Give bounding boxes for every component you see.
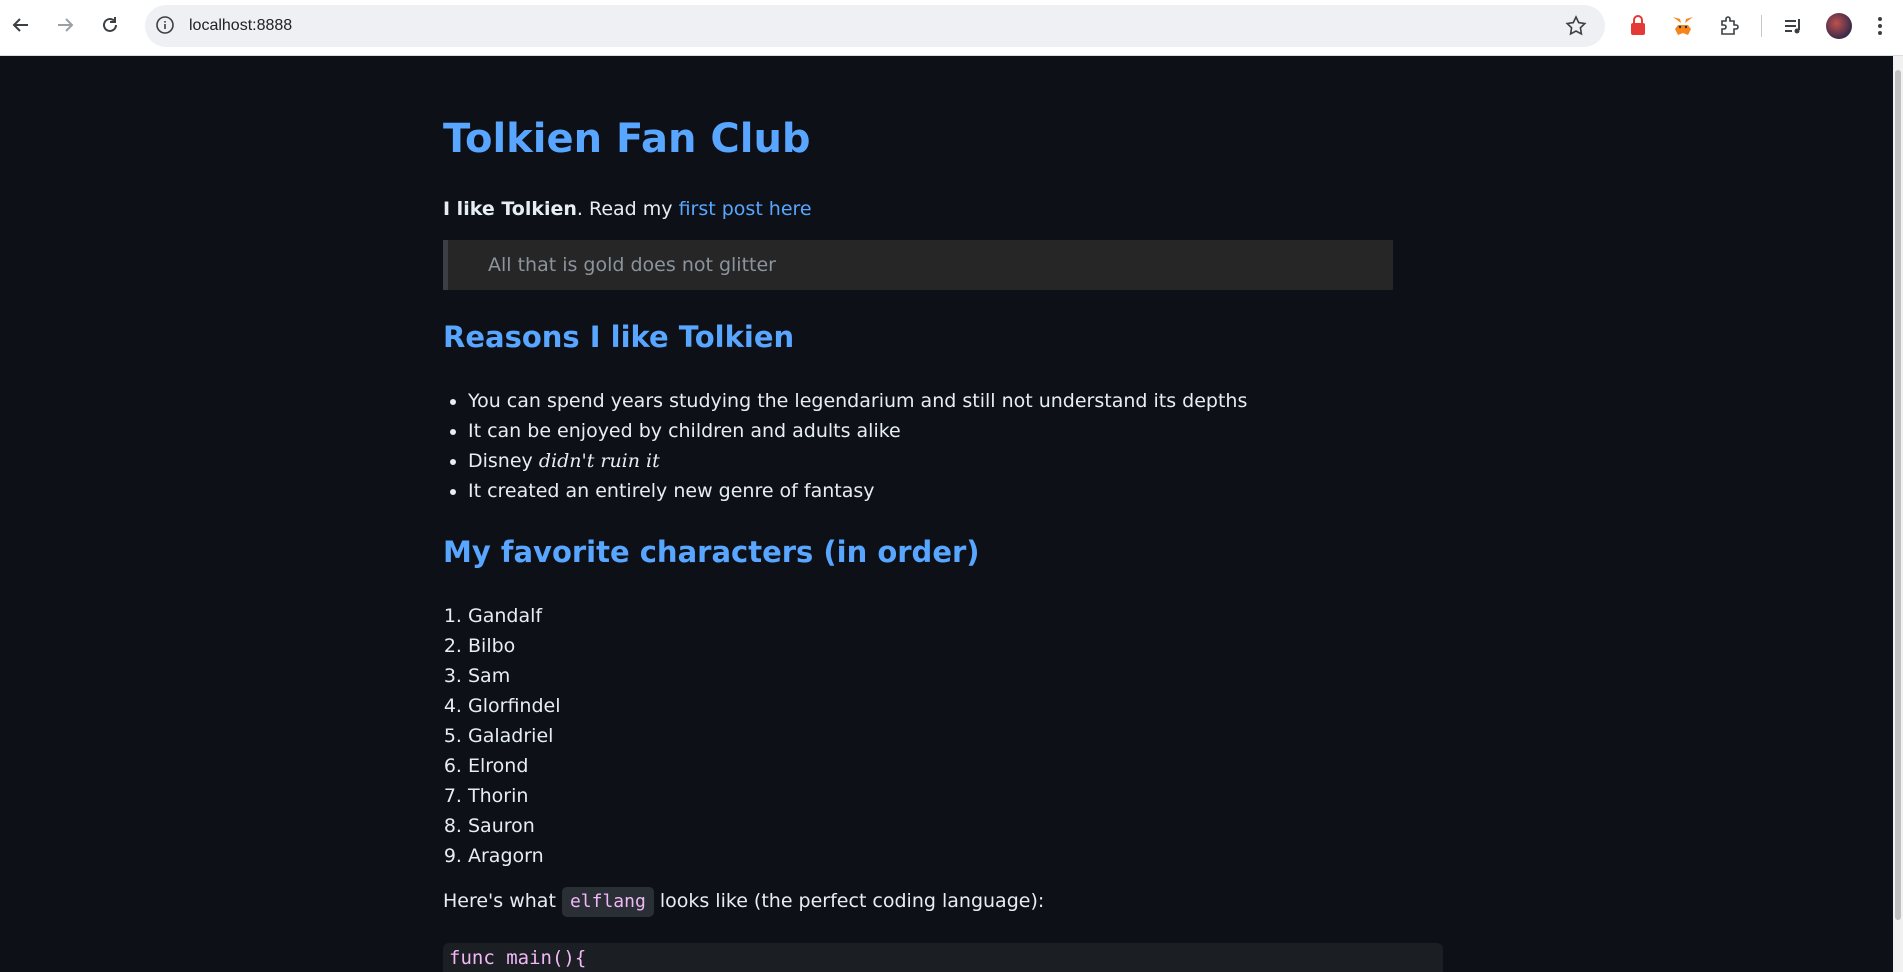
- disney-italic: didn't ruin it: [538, 450, 660, 472]
- list-item: Glorfindel: [468, 691, 560, 721]
- extension-red-icon[interactable]: [1625, 13, 1651, 39]
- intro-paragraph: I like Tolkien. Read my first post here: [443, 194, 812, 224]
- intro-bold: I like Tolkien: [443, 198, 577, 220]
- forward-button[interactable]: [50, 10, 80, 40]
- page-viewport: Tolkien Fan Club I like Tolkien. Read my…: [0, 56, 1893, 972]
- back-button[interactable]: [6, 10, 36, 40]
- site-info-icon[interactable]: [155, 15, 175, 35]
- blockquote: All that is gold does not glitter: [443, 240, 1393, 290]
- list-item: Elrond: [468, 751, 560, 781]
- toolbar-divider: [1761, 15, 1762, 37]
- list-item: Galadriel: [468, 721, 560, 751]
- code-block: func main(){: [443, 943, 1443, 972]
- characters-heading: My favorite characters (in order): [443, 535, 980, 569]
- scrollbar-thumb[interactable]: [1895, 70, 1901, 920]
- url-text[interactable]: localhost:8888: [189, 5, 292, 47]
- list-item: Sam: [468, 661, 560, 691]
- list-item: Thorin: [468, 781, 560, 811]
- list-item: It created an entirely new genre of fant…: [468, 476, 1247, 506]
- back-arrow-icon: [12, 18, 28, 32]
- list-item: You can spend years studying the legenda…: [468, 386, 1247, 416]
- first-post-link[interactable]: first post here: [679, 198, 812, 220]
- code-intro-before: Here's what: [443, 890, 562, 912]
- code-intro-paragraph: Here's what elflang looks like (the perf…: [443, 886, 1044, 917]
- metamask-fox-icon[interactable]: [1670, 13, 1696, 39]
- extensions-puzzle-icon[interactable]: [1716, 13, 1742, 39]
- code-line-1: func main(){: [449, 947, 587, 969]
- address-bar[interactable]: localhost:8888: [145, 5, 1605, 47]
- reload-button[interactable]: [95, 10, 125, 40]
- list-item: It can be enjoyed by children and adults…: [468, 416, 1247, 446]
- forward-arrow-icon: [58, 18, 74, 32]
- list-item: Aragorn: [468, 841, 560, 871]
- media-control-icon[interactable]: [1781, 13, 1807, 39]
- page-scrollbar[interactable]: [1893, 56, 1903, 972]
- characters-list: Gandalf Bilbo Sam Glorfindel Galadriel E…: [443, 601, 560, 871]
- reasons-list: You can spend years studying the legenda…: [443, 386, 1247, 506]
- disney-prefix: Disney: [468, 450, 539, 472]
- list-item: Sauron: [468, 811, 560, 841]
- inline-code-elflang: elflang: [561, 887, 654, 917]
- menu-kebab-icon[interactable]: [1872, 13, 1888, 39]
- bookmark-star-icon[interactable]: [1565, 15, 1587, 37]
- browser-toolbar: localhost:8888: [0, 0, 1903, 56]
- page-title: Tolkien Fan Club: [443, 116, 811, 162]
- list-item: Bilbo: [468, 631, 560, 661]
- reload-icon: [103, 17, 117, 32]
- profile-avatar[interactable]: [1826, 13, 1852, 39]
- list-item: Gandalf: [468, 601, 560, 631]
- reasons-heading: Reasons I like Tolkien: [443, 320, 795, 354]
- intro-text: . Read my: [576, 198, 679, 220]
- code-intro-after: looks like (the perfect coding language)…: [653, 890, 1045, 912]
- list-item: Disney didn't ruin it: [468, 446, 1247, 476]
- quote-text: All that is gold does not glitter: [488, 254, 776, 276]
